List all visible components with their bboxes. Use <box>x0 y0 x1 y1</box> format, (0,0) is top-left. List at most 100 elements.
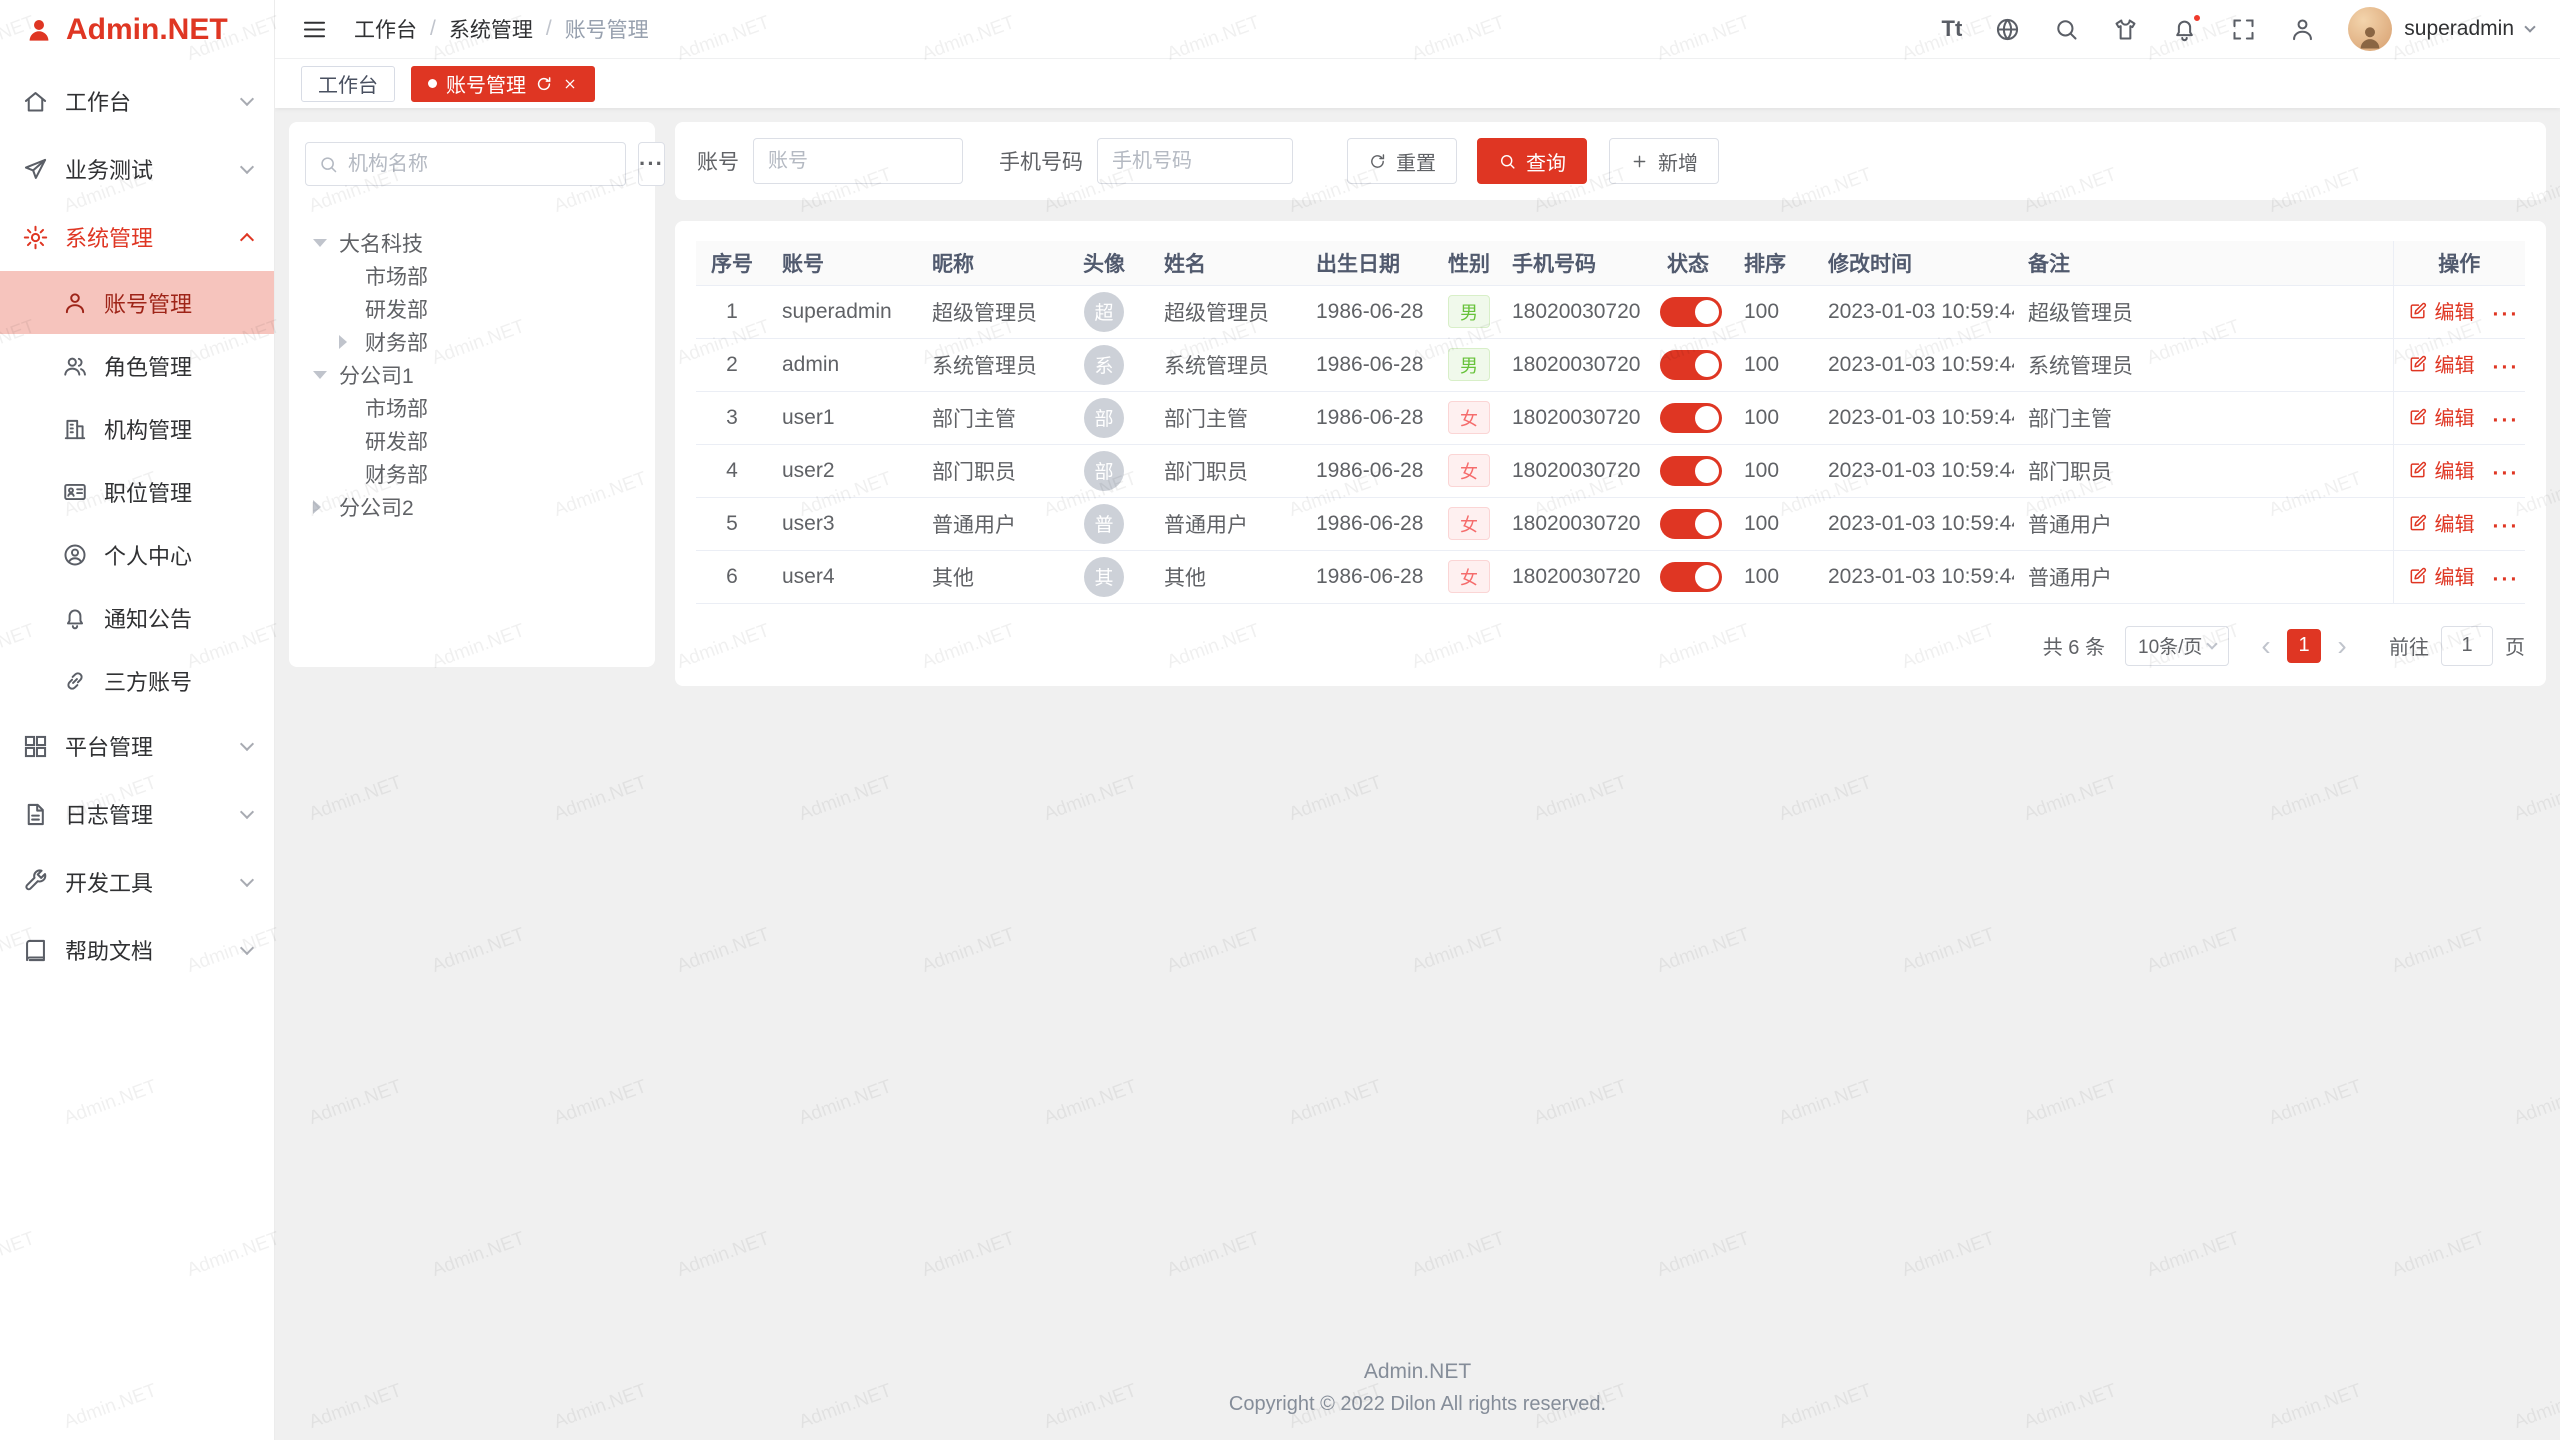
caret-right-icon[interactable] <box>339 335 347 349</box>
row-more-button[interactable]: ··· <box>2493 409 2520 432</box>
theme-skin-icon[interactable] <box>2112 16 2139 43</box>
edit-button-label: 编辑 <box>2435 508 2475 537</box>
hamburger-menu-icon[interactable] <box>301 16 328 43</box>
page-size-value: 10条/页 <box>2138 632 2202 659</box>
page-number-button[interactable]: 1 <box>2287 629 2321 663</box>
status-toggle[interactable] <box>1660 350 1722 380</box>
fullscreen-icon[interactable] <box>2230 16 2257 43</box>
edit-button[interactable]: 编辑 <box>2408 455 2475 484</box>
status-toggle[interactable] <box>1660 403 1722 433</box>
breadcrumb-separator: / <box>546 17 552 41</box>
cell-account: admin <box>768 338 918 391</box>
org-search-input[interactable] <box>348 153 613 176</box>
sidebar-item-business-test[interactable]: 业务测试 <box>0 135 274 203</box>
tree-node-dept[interactable]: 市场部 <box>305 259 639 292</box>
close-icon[interactable] <box>562 76 578 92</box>
row-more-button[interactable]: ··· <box>2493 515 2520 538</box>
status-toggle[interactable] <box>1660 456 1722 486</box>
sidebar-item-workbench[interactable]: 工作台 <box>0 67 274 135</box>
refresh-icon[interactable] <box>535 75 553 93</box>
sidebar-item-dev-tools[interactable]: 开发工具 <box>0 848 274 916</box>
add-button[interactable]: 新增 <box>1609 138 1719 184</box>
sidebar-item-system-management[interactable]: 系统管理 <box>0 203 274 271</box>
tree-node-branch1[interactable]: 分公司1 <box>305 358 639 391</box>
app-logo[interactable]: Admin.NET <box>0 0 274 59</box>
tree-node-branch2[interactable]: 分公司2 <box>305 490 639 523</box>
sidebar-item-label: 角色管理 <box>104 350 192 382</box>
edit-button[interactable]: 编辑 <box>2408 508 2475 537</box>
row-more-button[interactable]: ··· <box>2493 568 2520 591</box>
tree-node-dept[interactable]: 财务部 <box>305 325 639 358</box>
table-row[interactable]: 1 superadmin 超级管理员 超 超级管理员 1986-06-28 男 … <box>696 285 2525 338</box>
footer-title: Admin.NET <box>275 1360 2560 1384</box>
user-menu[interactable]: superadmin <box>2348 7 2534 51</box>
edit-pen-icon <box>2408 566 2428 586</box>
caret-down-icon[interactable] <box>313 371 327 379</box>
breadcrumb-item-workbench[interactable]: 工作台 <box>354 14 417 44</box>
tree-node-dept[interactable]: 市场部 <box>305 391 639 424</box>
sidebar-item-label: 账号管理 <box>104 287 192 319</box>
sidebar-item-account-management[interactable]: 账号管理 <box>0 271 274 334</box>
tree-node-dept[interactable]: 财务部 <box>305 457 639 490</box>
tree-more-button[interactable]: ··· <box>638 142 665 186</box>
goto-page-input[interactable] <box>2441 626 2493 666</box>
sidebar-item-third-party-account[interactable]: 三方账号 <box>0 649 274 712</box>
row-more-button[interactable]: ··· <box>2493 303 2520 326</box>
status-toggle[interactable] <box>1660 562 1722 592</box>
cell-account: superadmin <box>768 285 918 338</box>
cell-no: 4 <box>696 444 768 497</box>
edit-button[interactable]: 编辑 <box>2408 561 2475 590</box>
chevron-down-icon <box>2206 638 2217 649</box>
cell-remark: 普通用户 <box>2014 497 2393 550</box>
promotion-icon <box>22 156 49 183</box>
account-input[interactable] <box>753 138 963 184</box>
tree-node-company[interactable]: 大名科技 <box>305 226 639 259</box>
font-size-icon[interactable]: Tt <box>1942 16 1963 42</box>
phone-input[interactable] <box>1097 138 1293 184</box>
tree-node-dept[interactable]: 研发部 <box>305 292 639 325</box>
globe-icon[interactable] <box>1994 16 2021 43</box>
tab-account-management[interactable]: 账号管理 <box>411 66 595 102</box>
sidebar-item-help-docs[interactable]: 帮助文档 <box>0 916 274 984</box>
edit-button[interactable]: 编辑 <box>2408 296 2475 325</box>
gender-tag: 女 <box>1448 454 1490 487</box>
cell-no: 5 <box>696 497 768 550</box>
tab-workbench[interactable]: 工作台 <box>301 66 395 102</box>
table-row[interactable]: 3 user1 部门主管 部 部门主管 1986-06-28 女 1802003… <box>696 391 2525 444</box>
org-search-box[interactable] <box>305 142 626 186</box>
caret-right-icon[interactable] <box>313 500 321 514</box>
sidebar-item-log-management[interactable]: 日志管理 <box>0 780 274 848</box>
next-page-button[interactable]: › <box>2325 629 2359 663</box>
sidebar-item-notice[interactable]: 通知公告 <box>0 586 274 649</box>
edit-button[interactable]: 编辑 <box>2408 402 2475 431</box>
row-more-button[interactable]: ··· <box>2493 462 2520 485</box>
status-toggle[interactable] <box>1660 297 1722 327</box>
sidebar-item-org-management[interactable]: 机构管理 <box>0 397 274 460</box>
sidebar-item-personal-center[interactable]: 个人中心 <box>0 523 274 586</box>
edit-button[interactable]: 编辑 <box>2408 349 2475 378</box>
table-row[interactable]: 2 admin 系统管理员 系 系统管理员 1986-06-28 男 18020… <box>696 338 2525 391</box>
cell-phone: 18020030720 <box>1498 550 1646 603</box>
sidebar-item-role-management[interactable]: 角色管理 <box>0 334 274 397</box>
col-header-modified: 修改时间 <box>1814 241 2014 285</box>
search-icon[interactable] <box>2053 16 2080 43</box>
profile-user-icon[interactable] <box>2289 16 2316 43</box>
cell-account: user2 <box>768 444 918 497</box>
status-toggle[interactable] <box>1660 509 1722 539</box>
tree-node-dept[interactable]: 研发部 <box>305 424 639 457</box>
caret-down-icon[interactable] <box>313 239 327 247</box>
sidebar-item-platform-management[interactable]: 平台管理 <box>0 712 274 780</box>
table-row[interactable]: 5 user3 普通用户 普 普通用户 1986-06-28 女 1802003… <box>696 497 2525 550</box>
page-size-select[interactable]: 10条/页 <box>2125 626 2229 666</box>
prev-page-button[interactable]: ‹ <box>2249 629 2283 663</box>
edit-pen-icon <box>2408 460 2428 480</box>
notification-bell-icon[interactable] <box>2171 16 2198 43</box>
cell-modified-time: 2023-01-03 10:59:44 <box>1814 285 2014 338</box>
sidebar-item-position-management[interactable]: 职位管理 <box>0 460 274 523</box>
query-button[interactable]: 查询 <box>1477 138 1587 184</box>
table-row[interactable]: 4 user2 部门职员 部 部门职员 1986-06-28 女 1802003… <box>696 444 2525 497</box>
breadcrumb-item-system[interactable]: 系统管理 <box>449 14 533 44</box>
reset-button[interactable]: 重置 <box>1347 138 1457 184</box>
table-row[interactable]: 6 user4 其他 其 其他 1986-06-28 女 18020030720… <box>696 550 2525 603</box>
row-more-button[interactable]: ··· <box>2493 356 2520 379</box>
